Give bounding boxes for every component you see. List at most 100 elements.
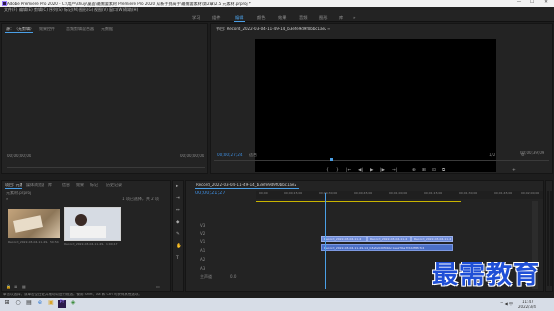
track-select-tool-icon[interactable]: ⇥ <box>176 196 180 202</box>
thumbnail-paper <box>13 215 43 233</box>
tab-media-browser[interactable]: 媒体浏览器 <box>26 183 44 187</box>
tab-learn[interactable]: 学习 <box>192 15 200 20</box>
menu-sequence[interactable]: 序列(S) <box>49 8 63 12</box>
menu-marker[interactable]: 标记(M) <box>64 8 79 12</box>
menu-view[interactable]: 视图(V) <box>94 8 108 12</box>
list-view-icon[interactable]: ≣ <box>14 285 17 289</box>
item-count: 1 项已选择，共 2 项 <box>122 197 159 201</box>
tab-graphics[interactable]: 图形 <box>319 15 327 20</box>
panel-menu-icon[interactable]: ≡ <box>327 27 330 31</box>
lock-icon[interactable]: 🔒 <box>6 285 11 289</box>
tab-source[interactable]: 源：（无剪辑） <box>6 27 34 31</box>
task-view-icon[interactable]: ▤ <box>25 300 33 308</box>
track-label-a2[interactable]: A2 <box>200 258 205 262</box>
meter-right-channel <box>550 191 552 286</box>
tab-effect-controls[interactable]: 效果控件 <box>39 27 59 31</box>
search-icon[interactable]: ○ <box>14 300 22 308</box>
ruler-tick: 00;01;30;00 <box>459 192 478 195</box>
comparison-view-icon[interactable]: ⧉ <box>442 168 445 174</box>
add-button-icon[interactable]: + <box>512 168 516 174</box>
tab-project[interactable]: 项目: 元素材 <box>5 183 22 187</box>
program-end-timecode: 00;00;39;09 <box>520 151 545 155</box>
track-label-v2[interactable]: V2 <box>200 232 205 236</box>
menu-file[interactable]: 文件(F) <box>4 8 17 12</box>
menu-graphics[interactable]: 图形(G) <box>79 8 93 12</box>
mark-out-icon[interactable]: } <box>336 168 339 174</box>
video-clip[interactable]: Record_2022-03-04-11-4 <box>321 236 367 242</box>
menu-clip[interactable]: 剪辑(C) <box>34 8 48 12</box>
track-label-v1[interactable]: V1 <box>200 240 205 244</box>
status-message: 单击以选择，或单击空白处并拖动以进行框选。使用 Shift、Alt 和 Ctrl… <box>3 293 142 296</box>
mark-in-icon[interactable]: { <box>326 168 329 174</box>
more-tabs-icon[interactable]: » <box>353 15 356 20</box>
timeline-sequence-tab[interactable]: Record_2022-03-04-11-49-14_b3efe9d9f0bbc… <box>196 183 296 187</box>
source-scrub-bar[interactable] <box>7 167 205 168</box>
tab-effects[interactable]: 效果 <box>278 15 286 20</box>
audio-clip[interactable]: Record_2022-03-04-11-49-14_b3efe9d9f0bbc… <box>321 244 453 251</box>
clip-thumbnail[interactable] <box>8 209 60 238</box>
export-frame-icon[interactable]: ⊡ <box>432 168 436 174</box>
go-to-out-icon[interactable]: →| <box>392 168 397 174</box>
tab-assembly[interactable]: 组件 <box>212 15 220 20</box>
program-playhead-marker[interactable] <box>330 158 333 161</box>
go-to-in-icon[interactable]: |← <box>346 168 351 174</box>
ripple-edit-tool-icon[interactable]: ↔ <box>176 208 180 214</box>
quality-dropdown[interactable]: 1/2 <box>489 153 495 157</box>
track-label-v3[interactable]: V3 <box>200 224 205 228</box>
selection-tool-icon[interactable]: ▸ <box>176 184 178 190</box>
edge-browser-icon[interactable]: e <box>36 300 44 308</box>
tab-audio-clip-mixer[interactable]: 音频剪辑混合器 <box>66 27 96 31</box>
menu-window[interactable]: 窗口(W) <box>109 8 124 12</box>
step-back-icon[interactable]: ◀| <box>358 168 363 174</box>
time-ruler[interactable]: 00;00 00;00;15;00 00;00;30;00 00;00;45;0… <box>256 191 543 199</box>
timeline-playhead[interactable] <box>325 193 326 289</box>
tab-color[interactable]: 颜色 <box>257 15 265 20</box>
program-monitor-tab[interactable]: 节目: Record_2022-03-04-11-49-14_b3efe9d9f… <box>216 27 326 31</box>
track-label-a1[interactable]: A1 <box>200 249 205 253</box>
premiere-taskbar-icon[interactable]: Pr <box>58 300 66 308</box>
tab-audio[interactable]: 音频 <box>299 15 307 20</box>
tab-metadata[interactable]: 元数据 <box>101 27 115 31</box>
source-tab-underline <box>5 32 33 33</box>
search-icon[interactable]: ⌕ <box>6 197 8 201</box>
razor-tool-icon[interactable]: ◆ <box>176 220 179 226</box>
track-label-a3[interactable]: A3 <box>200 267 205 271</box>
menu-edit[interactable]: 编辑(E) <box>19 8 33 12</box>
new-item-icon[interactable]: ▭ <box>156 285 160 289</box>
tab-history[interactable]: 历史记录 <box>106 183 126 187</box>
tab-editing[interactable]: 编辑 <box>235 15 243 20</box>
app-taskbar-icon[interactable]: ◈ <box>69 300 77 308</box>
master-volume[interactable]: 0.0 <box>230 275 236 279</box>
tab-libraries[interactable]: 库 <box>339 15 343 20</box>
file-explorer-icon[interactable]: ▣ <box>47 300 55 308</box>
start-button-icon[interactable]: ⊞ <box>3 300 11 308</box>
fit-dropdown[interactable]: 适合 <box>249 153 257 157</box>
clip-thumbnail-selected[interactable] <box>64 207 121 241</box>
pen-tool-icon[interactable]: ✎ <box>176 232 180 238</box>
tab-info[interactable]: 信息 <box>62 183 70 187</box>
tab-effects-panel[interactable]: 效果 <box>76 183 84 187</box>
close-button[interactable]: ✕ <box>540 0 552 6</box>
clock-time[interactable]: 11:47 <box>522 300 534 304</box>
maximize-button[interactable]: ☐ <box>526 0 538 6</box>
extract-icon[interactable]: ⊞ <box>422 168 426 174</box>
step-forward-icon[interactable]: |▶ <box>380 168 385 174</box>
thumbnail-person <box>75 214 87 226</box>
play-button[interactable]: ▶ <box>370 168 373 174</box>
work-area-bar[interactable] <box>256 201 461 202</box>
type-tool-icon[interactable]: T <box>176 256 179 262</box>
program-scrub-bar[interactable] <box>214 160 549 161</box>
program-playhead-timecode[interactable]: 00;00;27;24 <box>217 153 243 157</box>
hand-tool-icon[interactable]: ✋ <box>176 244 182 250</box>
icon-view-icon[interactable]: ▦ <box>22 285 26 289</box>
timeline-playhead-timecode[interactable]: 00;00;21;27 <box>195 191 226 196</box>
minimize-button[interactable]: — <box>513 0 525 6</box>
video-clip[interactable]: Record_2022-03-04-11-4 <box>411 236 453 242</box>
lift-icon[interactable]: ⊕ <box>412 168 416 174</box>
tab-libraries-panel[interactable]: 库 <box>48 183 52 187</box>
video-clip[interactable]: Record_2022-03-04-11-4 <box>367 236 411 242</box>
clock-date[interactable]: 2022/3/4 <box>518 305 536 309</box>
menu-help[interactable]: 帮助(H) <box>124 8 138 12</box>
system-tray[interactable]: ^ ◀ 中 <box>500 302 513 306</box>
tab-markers[interactable]: 标记 <box>90 183 98 187</box>
